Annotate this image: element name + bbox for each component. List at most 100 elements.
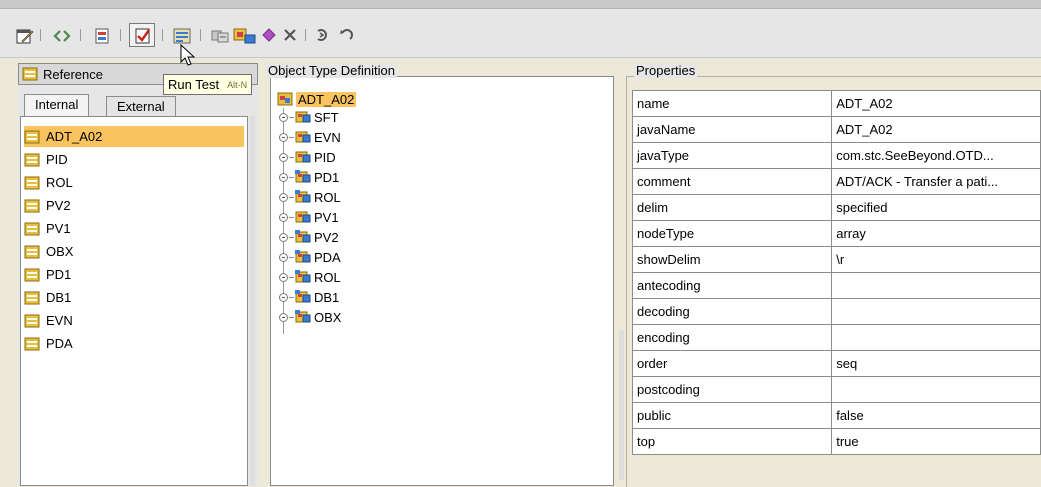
tree-node[interactable]: PV2	[279, 228, 339, 246]
table-row[interactable]: decoding	[631, 298, 1041, 325]
otd-icon	[24, 176, 40, 190]
reference-icon	[22, 67, 38, 81]
table-row[interactable]: comment ADT/ACK - Transfer a pati...	[631, 168, 1041, 195]
table-row[interactable]: postcoding	[631, 376, 1041, 403]
copy-button[interactable]	[208, 25, 230, 45]
table-row[interactable]: antecoding	[631, 272, 1041, 299]
import-button[interactable]	[90, 25, 112, 45]
otd-icon	[24, 268, 40, 282]
list-item[interactable]: OBX	[24, 241, 244, 262]
expand-handle-icon	[279, 152, 288, 162]
table-row[interactable]: showDelim \r	[631, 246, 1041, 273]
otd-icon	[24, 337, 40, 351]
repeating-segment-icon	[295, 230, 311, 244]
group-icon	[233, 27, 257, 44]
list-item[interactable]: ROL	[24, 172, 244, 193]
tree-node[interactable]: ROL	[279, 268, 341, 286]
tree-node[interactable]: PV1	[279, 208, 339, 226]
otd-icon	[24, 153, 40, 167]
repeating-segment-icon	[295, 310, 311, 324]
otd-icon	[24, 130, 40, 144]
segment-icon	[295, 130, 311, 144]
table-row[interactable]: order seq	[631, 350, 1041, 377]
tree-root[interactable]: ADT_A02	[277, 90, 357, 108]
toolbar-separator	[120, 29, 121, 41]
code-view-icon	[53, 27, 71, 43]
toolbar-separator	[200, 29, 201, 41]
import-icon	[93, 27, 109, 44]
table-row[interactable]: javaType com.stc.SeeBeyond.OTD...	[631, 142, 1041, 169]
run-test-icon	[134, 27, 150, 44]
delete-icon	[282, 27, 298, 43]
toolbar	[0, 9, 1041, 58]
delete-button[interactable]	[280, 25, 300, 45]
expand-handle-icon	[279, 272, 288, 282]
toolbar-separator	[80, 29, 81, 41]
otd-icon	[24, 222, 40, 236]
tree-node[interactable]: EVN	[279, 128, 341, 146]
run-test-button[interactable]	[129, 23, 155, 47]
list-item[interactable]: PD1	[24, 264, 244, 285]
tree-node[interactable]: DB1	[279, 288, 339, 306]
tree-node[interactable]: PDA	[279, 248, 341, 266]
expand-handle-icon	[279, 132, 288, 142]
repeating-segment-icon	[295, 170, 311, 184]
otd-panel-title: Object Type Definition	[266, 63, 397, 78]
repeating-segment-icon	[295, 270, 311, 284]
expand-handle-icon	[279, 172, 288, 182]
expand-handle-icon	[279, 112, 288, 122]
document-button[interactable]	[170, 25, 192, 45]
toolbar-separator	[162, 29, 163, 41]
list-item[interactable]: PV2	[24, 195, 244, 216]
segment-icon	[295, 210, 311, 224]
table-row[interactable]: delim specified	[631, 194, 1041, 221]
repeating-segment-icon	[295, 190, 311, 204]
tab-external[interactable]: External	[106, 96, 176, 116]
table-row[interactable]: javaName ADT_A02	[631, 116, 1041, 143]
tooltip-shortcut: Alt-N	[227, 79, 248, 90]
window-top-border	[0, 0, 1041, 9]
tree-node[interactable]: PID	[279, 148, 336, 166]
group-button[interactable]	[232, 25, 258, 45]
vertical-splitter[interactable]	[619, 330, 624, 480]
list-item[interactable]: DB1	[24, 287, 244, 308]
tree-node[interactable]: SFT	[279, 108, 339, 126]
repeating-segment-icon	[295, 290, 311, 304]
table-row[interactable]: name ADT_A02	[631, 90, 1041, 117]
expand-handle-icon	[279, 312, 288, 322]
list-item[interactable]: PV1	[24, 218, 244, 239]
tree-node[interactable]: PD1	[279, 168, 339, 186]
list-item[interactable]: EVN	[24, 310, 244, 331]
tree-node[interactable]: ROL	[279, 188, 341, 206]
expand-handle-icon	[279, 232, 288, 242]
expand-handle-icon	[279, 192, 288, 202]
table-row[interactable]: encoding	[631, 324, 1041, 351]
code-view-button[interactable]	[50, 25, 72, 45]
document-icon	[173, 27, 191, 44]
list-item[interactable]: PID	[24, 149, 244, 170]
table-row[interactable]: public false	[631, 402, 1041, 429]
toolbar-separator	[40, 29, 41, 41]
list-item[interactable]: PDA	[24, 333, 244, 354]
properties-button[interactable]	[13, 25, 35, 45]
undo-button[interactable]	[336, 25, 356, 45]
properties-panel-title: Properties	[634, 63, 698, 78]
repeating-segment-icon	[295, 250, 311, 264]
otd-icon	[24, 314, 40, 328]
mouse-cursor-icon	[180, 43, 196, 68]
expand-handle-icon	[279, 212, 288, 222]
properties-table: name ADT_A02 javaName ADT_A02 javaType com.…	[631, 90, 1041, 455]
list-item[interactable]: ADT_A02	[24, 126, 244, 147]
tab-internal[interactable]: Internal	[24, 94, 90, 116]
toolbar-separator	[305, 29, 306, 41]
table-row[interactable]: nodeType array	[631, 220, 1041, 247]
vertical-splitter[interactable]	[250, 116, 255, 486]
tooltip-label: Run Test	[168, 77, 220, 92]
diamond-button[interactable]	[260, 25, 278, 45]
tree-node[interactable]: OBX	[279, 308, 341, 326]
otd-root-icon	[277, 92, 293, 106]
rotate-button[interactable]	[312, 25, 332, 45]
table-row[interactable]: top true	[631, 428, 1041, 455]
undo-icon	[338, 27, 354, 43]
segment-icon	[295, 110, 311, 124]
